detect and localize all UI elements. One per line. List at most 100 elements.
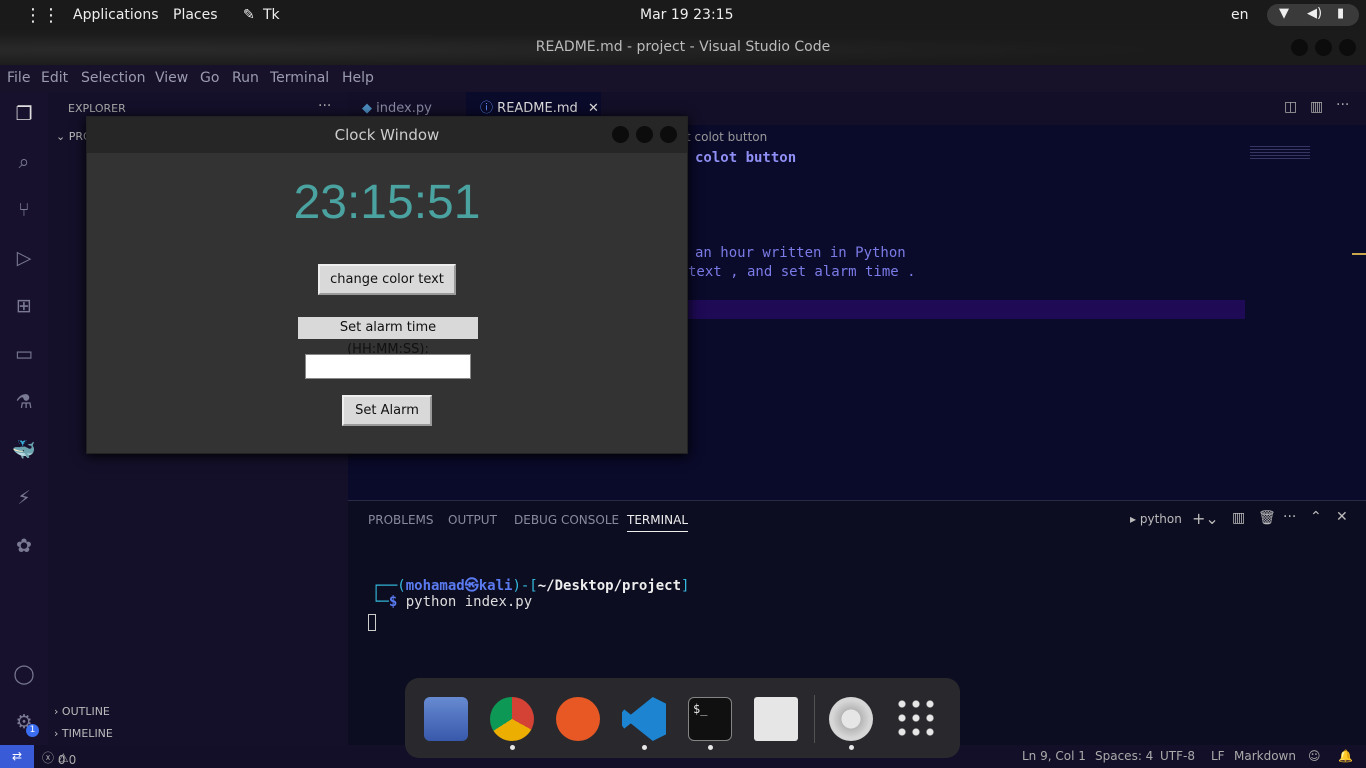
explorer-icon[interactable]: ❐ <box>12 102 36 126</box>
more-actions-icon[interactable]: ··· <box>318 98 331 114</box>
timeline-section[interactable]: › TIMELINE <box>54 727 113 740</box>
terminal-icon[interactable]: $_ <box>688 697 732 741</box>
files-icon[interactable] <box>424 697 468 741</box>
wifi-icon: ▼ <box>1279 6 1289 21</box>
chrome-icon[interactable] <box>490 697 534 741</box>
alarm-label: Set alarm time (HH:MM:SS): <box>298 317 478 357</box>
heading-line: colot button <box>695 150 797 166</box>
set-alarm-button[interactable]: Set Alarm <box>342 395 432 426</box>
vscode-icon[interactable] <box>622 697 666 741</box>
minimap[interactable] <box>1250 146 1310 160</box>
applications-menu[interactable]: Applications <box>73 7 159 23</box>
indentation[interactable]: Spaces: 4 <box>1095 749 1153 763</box>
accounts-icon[interactable]: ◯ <box>12 662 36 686</box>
settings-icon[interactable] <box>829 697 873 741</box>
timeline-label: TIMELINE <box>61 727 113 740</box>
menu-terminal[interactable]: Terminal <box>270 70 329 86</box>
close-tab-icon[interactable]: ✕ <box>588 101 599 116</box>
menu-go[interactable]: Go <box>200 70 219 86</box>
close-panel-icon[interactable]: ✕ <box>1336 509 1348 525</box>
language-indicator[interactable]: en <box>1231 7 1249 23</box>
menu-view[interactable]: View <box>155 70 188 86</box>
clock[interactable]: Mar 19 23:15 <box>640 7 733 23</box>
clock-minimize-button[interactable] <box>612 126 629 143</box>
dock-separator <box>814 695 815 743</box>
editor-more-icon[interactable]: ··· <box>1336 97 1349 113</box>
encoding[interactable]: UTF-8 <box>1160 749 1195 763</box>
remote-indicator[interactable]: ⇄ <box>0 745 34 768</box>
text-editor-icon[interactable] <box>754 697 798 741</box>
menu-run[interactable]: Run <box>232 70 259 86</box>
clock-window: Clock Window 23:15:51 change color text … <box>86 116 688 454</box>
menu-selection[interactable]: Selection <box>81 70 146 86</box>
menu-help[interactable]: Help <box>342 70 374 86</box>
run-debug-icon[interactable]: ▷ <box>12 246 36 270</box>
remote-explorer-icon[interactable]: ▭ <box>12 342 36 366</box>
kill-terminal-icon[interactable]: 🗑 <box>1258 510 1276 526</box>
menu-file[interactable]: File <box>7 70 30 86</box>
explorer-title: EXPLORER <box>68 102 126 115</box>
settings-running-indicator <box>849 745 854 750</box>
terminal-name: python <box>1139 512 1182 526</box>
window-title: README.md - project - Visual Studio Code <box>535 39 831 55</box>
python-icon: ◆ <box>362 101 372 116</box>
testing-icon[interactable]: ⚗ <box>12 390 36 414</box>
warning-count: 0 <box>68 753 77 767</box>
minimize-button[interactable] <box>1291 39 1308 56</box>
extensions-icon[interactable]: ⊞ <box>12 294 36 318</box>
change-color-button[interactable]: change color text <box>318 264 456 295</box>
new-terminal-icon[interactable]: +⌄ <box>1192 509 1219 528</box>
menu-bar: File Edit Selection View Go Run Terminal… <box>0 65 1366 92</box>
app-grid-icon[interactable] <box>895 697 939 741</box>
source-control-icon[interactable]: ⑂ <box>12 198 36 222</box>
clock-close-button[interactable] <box>660 126 677 143</box>
app-grid-icon[interactable]: ⋮⋮ <box>24 5 60 26</box>
info-icon: ⓘ <box>480 101 494 116</box>
tab-index-label: index.py <box>376 101 432 116</box>
system-status-area[interactable]: ▼ ◀) ▮ <box>1267 4 1359 26</box>
clock-maximize-button[interactable] <box>636 126 653 143</box>
docker-icon[interactable]: 🐳 <box>12 438 36 462</box>
open-preview-icon[interactable]: ◫ <box>1284 99 1297 115</box>
activity-bar: ❐ ⌕ ⑂ ▷ ⊞ ▭ ⚗ 🐳 ⚡ ✿ ◯ ⚙ 1 <box>0 92 48 745</box>
eol[interactable]: LF <box>1211 749 1225 763</box>
notifications-icon[interactable]: 🔔 <box>1338 749 1353 763</box>
tab-problems[interactable]: PROBLEMS <box>368 513 434 527</box>
split-terminal-icon[interactable]: ▥ <box>1232 510 1245 526</box>
terminal-profile[interactable]: ▸ python <box>1130 512 1182 526</box>
maximize-panel-icon[interactable]: ⌃ <box>1310 509 1322 525</box>
postman-icon[interactable] <box>556 697 600 741</box>
problems-status[interactable]: ⓧ 0 ⚠ 0 <box>42 749 76 767</box>
prompt-path: ~/Desktop/project <box>537 578 682 594</box>
feedback-icon[interactable]: ☺ <box>1308 749 1321 763</box>
terminal-running-indicator <box>708 745 713 750</box>
language-mode[interactable]: Markdown <box>1234 749 1296 763</box>
terminal-cursor <box>368 614 376 631</box>
breadcrumb[interactable]: t colot button <box>686 130 767 144</box>
places-menu[interactable]: Places <box>173 7 218 23</box>
tab-readme-label: README.md <box>497 101 578 116</box>
maximize-button[interactable] <box>1315 39 1332 56</box>
thunder-client-icon[interactable]: ⚡ <box>12 486 36 510</box>
text-line-1: an hour written in Python <box>695 245 906 261</box>
text-line-2: text , and set alarm time . <box>688 264 916 280</box>
panel-more-icon[interactable]: ··· <box>1283 509 1296 525</box>
accounts-badge: 1 <box>26 724 39 737</box>
tab-debug-console[interactable]: DEBUG CONSOLE <box>514 513 619 527</box>
split-editor-icon[interactable]: ▥ <box>1310 99 1323 115</box>
tab-output[interactable]: OUTPUT <box>448 513 497 527</box>
search-icon[interactable]: ⌕ <box>12 150 36 174</box>
cursor-position[interactable]: Ln 9, Col 1 <box>1022 749 1086 763</box>
clock-time-display: 23:15:51 <box>293 176 481 229</box>
openai-icon[interactable]: ✿ <box>12 534 36 558</box>
tab-terminal[interactable]: TERMINAL <box>627 513 689 532</box>
tk-app-icon: ✎ <box>243 7 255 23</box>
close-button[interactable] <box>1339 39 1356 56</box>
scrollbar-marker[interactable] <box>1352 253 1366 255</box>
terminal-command: python index.py <box>405 594 533 610</box>
active-app-menu[interactable]: Tk <box>263 7 280 23</box>
menu-edit[interactable]: Edit <box>41 70 68 86</box>
window-titlebar: README.md - project - Visual Studio Code <box>0 30 1366 65</box>
alarm-time-input[interactable] <box>305 354 471 379</box>
outline-section[interactable]: › OUTLINE <box>54 705 110 718</box>
